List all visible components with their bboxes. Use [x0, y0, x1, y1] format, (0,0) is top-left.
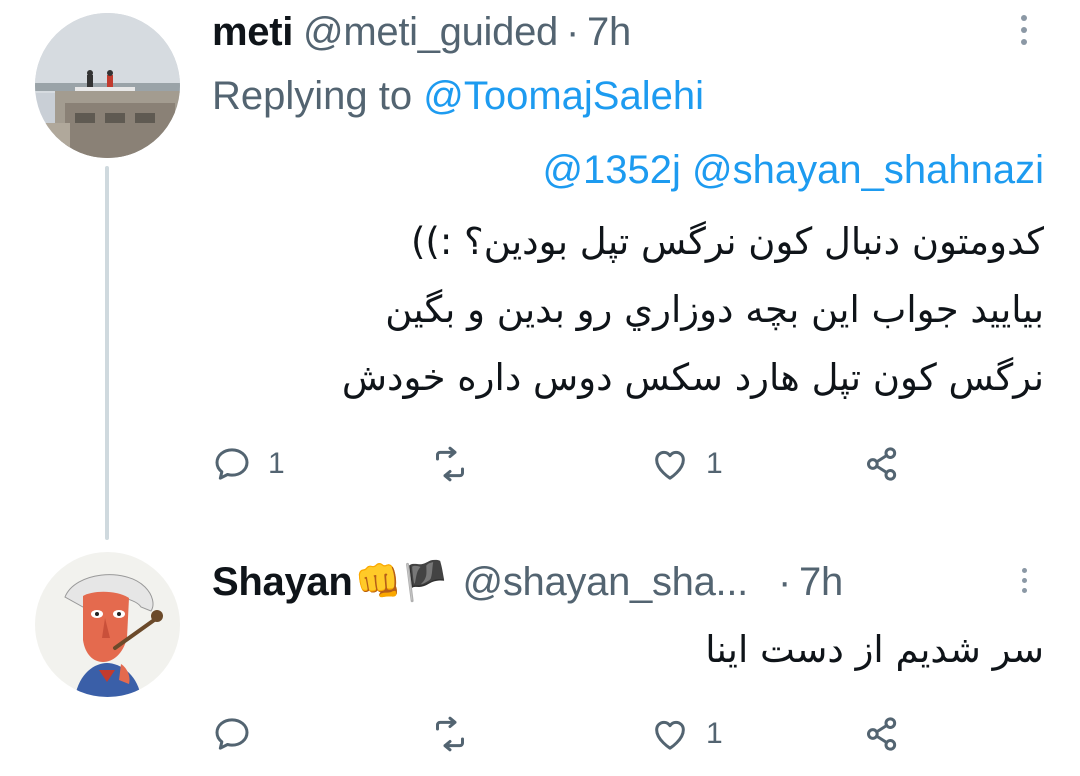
share-icon [867, 447, 897, 481]
display-name[interactable]: meti [212, 10, 293, 55]
tweet-text-line: بیایید جواب این بچه دوزاري رو بدین و بگی… [385, 288, 1044, 331]
avatar-rooftop-image [35, 13, 180, 158]
like-count: 1 [706, 447, 723, 480]
tweet-meti[interactable]: meti @meti_guided · 7h Replying to @Toom… [0, 0, 1080, 540]
retweet-button[interactable] [430, 706, 486, 762]
like-button[interactable]: 1 [650, 706, 723, 762]
mention-links[interactable]: @1352j @shayan_shahnazi [542, 148, 1044, 193]
user-handle[interactable]: @shayan_sha... [463, 560, 749, 605]
more-icon[interactable] [1004, 2, 1044, 58]
timestamp[interactable]: 7h [799, 560, 843, 605]
like-count: 1 [706, 717, 723, 750]
comment-icon [215, 448, 249, 480]
retweet-button[interactable] [430, 436, 486, 492]
reply-button[interactable] [212, 706, 268, 762]
reply-button[interactable]: 1 [212, 436, 285, 492]
name-emojis: 👊🏴 [354, 561, 449, 603]
share-icon [867, 717, 897, 751]
display-name[interactable]: Shayan [212, 560, 353, 605]
heart-icon [655, 450, 685, 480]
retweet-icon [436, 446, 464, 482]
replying-to-handle-link[interactable]: @ToomajSalehi [423, 74, 704, 118]
user-handle[interactable]: @meti_guided [303, 10, 558, 55]
replying-to-label: Replying to [212, 74, 413, 118]
separator-dot: · [778, 559, 792, 604]
more-icon[interactable] [1004, 552, 1044, 608]
timestamp[interactable]: 7h [587, 10, 631, 55]
share-button[interactable] [862, 436, 902, 492]
tweet-text-line: کدومتون دنبال کون نرگس تپل بودین؟ :)) [410, 220, 1044, 263]
tweet-text: کدومتون دنبال کون نرگس تپل بودین؟ :)) بی… [204, 208, 1044, 412]
tweet-text-line: نرگس کون تپل هارد سکس دوس داره خودش [341, 356, 1044, 399]
like-button[interactable]: 1 [650, 436, 723, 492]
comment-icon [215, 718, 249, 750]
tweet-shayan[interactable]: Shayan 👊🏴 @shayan_sha... · 7h سر شدیم از… [0, 540, 1080, 776]
separator-dot: · [565, 9, 580, 54]
avatar-caricature-image [35, 552, 180, 697]
heart-icon [655, 720, 685, 750]
avatar[interactable] [35, 13, 180, 158]
tweet-text: سر شدیم از دست اینا [204, 616, 1044, 684]
tweet-header: meti @meti_guided · 7h [212, 4, 631, 60]
tweet-text-line: سر شدیم از دست اینا [705, 628, 1044, 671]
reply-count: 1 [268, 447, 285, 480]
share-button[interactable] [862, 706, 902, 762]
replying-to: Replying to @ToomajSalehi [212, 74, 704, 119]
retweet-icon [436, 716, 464, 752]
tweet-header: Shayan 👊🏴 @shayan_sha... · 7h [212, 554, 843, 610]
avatar[interactable] [35, 552, 180, 697]
tweet-actions: 1 [212, 706, 932, 762]
tweet-actions: 1 1 [212, 436, 932, 492]
